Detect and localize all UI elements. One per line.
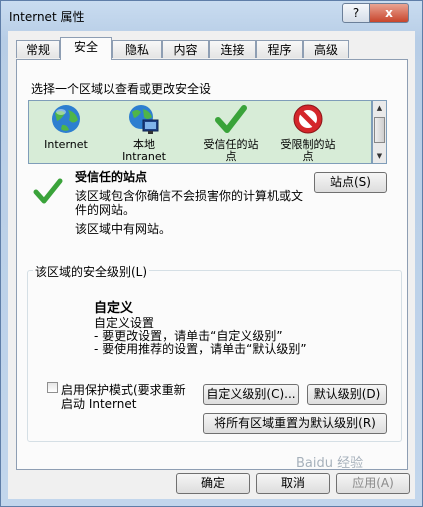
zone-local-intranet[interactable]: 本地 Intranet (113, 103, 175, 163)
security-level-group-title: 该区域的安全级别(L) (33, 263, 150, 280)
close-button[interactable]: x (369, 3, 409, 23)
window-title: Internet 属性 (9, 10, 85, 24)
tab-programs[interactable]: 程序 (256, 40, 303, 58)
scroll-up-icon[interactable]: ▲ (373, 102, 386, 114)
zone-list[interactable]: Internet 本地 Intranet 受信任的站 点 受限制的站 点 (28, 100, 372, 164)
tab-general[interactable]: 常规 (16, 40, 60, 58)
protected-mode-checkbox[interactable] (47, 382, 58, 393)
zone-trusted-sites[interactable]: 受信任的站 点 (197, 103, 265, 163)
tab-security[interactable]: 安全 (60, 37, 112, 60)
zone-internet[interactable]: Internet (35, 103, 97, 163)
title-bar[interactable]: Internet 属性 ? x (1, 1, 422, 31)
apply-button[interactable]: 应用(A) (336, 473, 410, 494)
checkmark-icon (215, 105, 247, 133)
zone-restricted-sites[interactable]: 受限制的站 点 (274, 103, 342, 163)
zone-restricted-sites-label: 受限制的站 点 (280, 138, 336, 163)
globe-icon (52, 105, 80, 133)
reset-all-zones-button[interactable]: 将所有区域重置为默认级别(R) (203, 413, 387, 434)
zone-trusted-sites-label: 受信任的站 点 (203, 138, 259, 163)
sites-button[interactable]: 站点(S) (314, 172, 387, 193)
dialog-client: 常规 安全 隐私 内容 连接 程序 高级 选择一个区域以查看或更改安全设 Int… (8, 31, 415, 499)
zone-status: 该区域中有网站。 (75, 222, 172, 236)
tab-advanced[interactable]: 高级 (303, 40, 349, 58)
intranet-icon (129, 105, 159, 134)
scroll-down-icon[interactable]: ▼ (373, 150, 386, 162)
cancel-button[interactable]: 取消 (256, 473, 330, 494)
tab-privacy[interactable]: 隐私 (112, 40, 162, 58)
tab-content[interactable]: 内容 (162, 40, 209, 58)
zone-local-intranet-label: 本地 Intranet (122, 138, 166, 163)
zone-list-scrollbar[interactable]: ▲ ▼ (372, 100, 387, 164)
custom-level-button[interactable]: 自定义级别(C)... (203, 384, 299, 405)
no-entry-icon (293, 104, 323, 134)
scrollbar-thumb[interactable] (374, 117, 385, 143)
selected-zone-title: 受信任的站点 (75, 170, 148, 184)
zone-prompt: 选择一个区域以查看或更改安全设 (31, 82, 212, 96)
default-level-button[interactable]: 默认级别(D) (307, 384, 387, 405)
tab-connections[interactable]: 连接 (209, 40, 256, 58)
protected-mode-label-line2: 启动 Internet (61, 397, 137, 411)
trusted-checkmark-icon (33, 178, 63, 204)
zone-description-line2: 件的网站。 (75, 203, 136, 217)
internet-properties-window: Internet 属性 ? x 常规 安全 隐私 内容 连接 程序 高级 选择一… (0, 0, 423, 507)
baidu-watermark: Baidu 经验 (296, 456, 364, 471)
security-panel: 选择一个区域以查看或更改安全设 Internet 本地 Intranet 受信任… (16, 59, 408, 470)
ok-button[interactable]: 确定 (176, 473, 250, 494)
security-level-line3: - 要使用推荐的设置，请单击“默认级别” (94, 342, 307, 356)
help-button[interactable]: ? (342, 3, 370, 23)
zone-internet-label: Internet (44, 138, 88, 151)
